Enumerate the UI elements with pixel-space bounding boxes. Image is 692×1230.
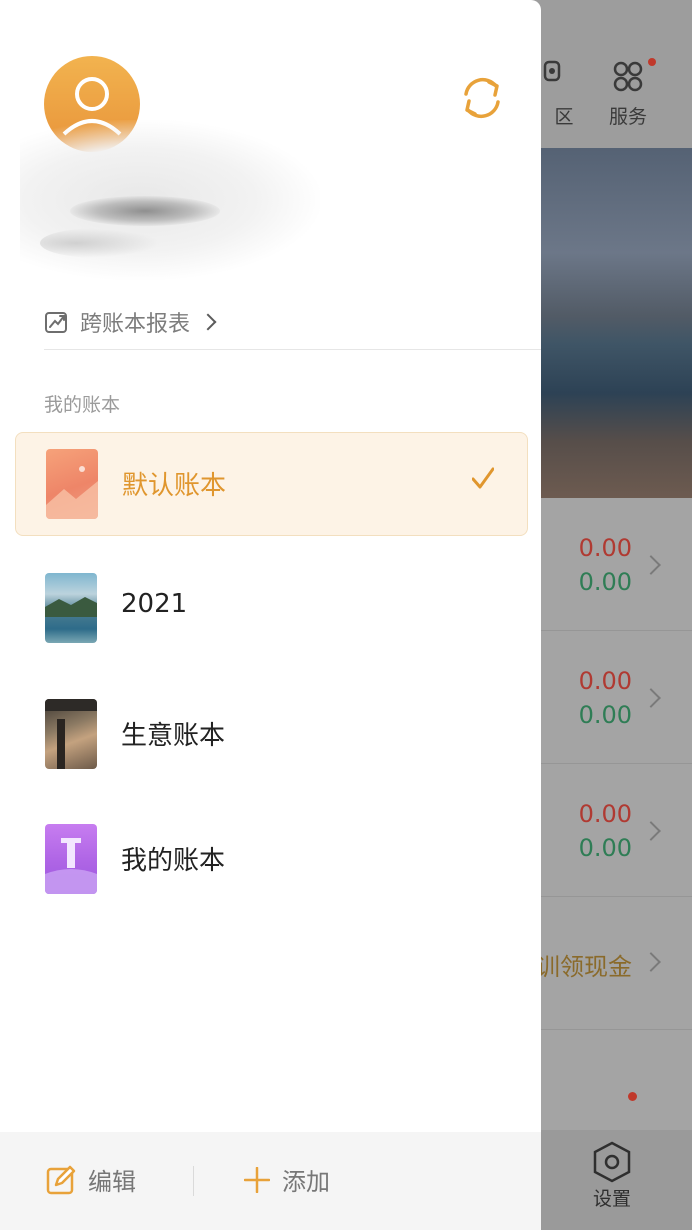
add-button[interactable]: 添加 bbox=[244, 1162, 330, 1197]
promo-text: 训领现金 bbox=[536, 953, 632, 981]
book-item-business[interactable]: 生意账本 bbox=[15, 683, 526, 785]
sync-icon[interactable] bbox=[456, 72, 508, 124]
drawer-bottom-bar: 编辑 添加 bbox=[0, 1132, 541, 1230]
chevron-right-icon bbox=[199, 313, 217, 331]
row-1-income: 0.00 bbox=[578, 568, 632, 596]
service-badge-dot bbox=[648, 58, 656, 66]
cross-book-report-label: 跨账本报表 bbox=[80, 312, 191, 337]
account-books-drawer: 跨账本报表 我的账本 默认账本 2021 生意账本 我的账本 编辑 添加 bbox=[0, 0, 541, 1230]
chevron-right-icon bbox=[641, 688, 661, 708]
section-label-my-books: 我的账本 bbox=[44, 394, 121, 416]
edit-label: 编辑 bbox=[88, 1168, 136, 1196]
check-icon bbox=[472, 467, 494, 489]
book-item-default[interactable]: 默认账本 bbox=[15, 432, 528, 536]
settings-hexagon-icon bbox=[572, 1140, 652, 1184]
row-2-income: 0.00 bbox=[578, 701, 632, 729]
settings-label: 设置 bbox=[592, 1188, 631, 1210]
book-name-default: 默认账本 bbox=[122, 471, 227, 501]
book-name-business: 生意账本 bbox=[121, 721, 226, 751]
row-1-expense: 0.00 bbox=[578, 534, 632, 562]
book-item-mine[interactable]: 我的账本 bbox=[15, 808, 526, 910]
redacted-username bbox=[70, 196, 220, 226]
book-item-2021[interactable]: 2021 bbox=[15, 557, 526, 659]
edit-button[interactable]: 编辑 bbox=[46, 1162, 136, 1197]
divider bbox=[44, 349, 541, 350]
row-3-expense: 0.00 bbox=[578, 800, 632, 828]
plus-icon bbox=[244, 1166, 270, 1193]
edit-icon bbox=[46, 1165, 76, 1194]
notification-dot bbox=[628, 1092, 637, 1101]
tab-service[interactable]: 服务 bbox=[588, 58, 668, 129]
redacted-user-id bbox=[40, 228, 160, 258]
cross-book-report-link[interactable]: 跨账本报表 bbox=[44, 306, 217, 338]
row-2-expense: 0.00 bbox=[578, 667, 632, 695]
add-label: 添加 bbox=[282, 1168, 330, 1196]
book-cover-2021 bbox=[45, 573, 97, 643]
tab-settings[interactable]: 设置 bbox=[572, 1140, 652, 1211]
report-chart-icon bbox=[45, 312, 67, 333]
service-icon bbox=[588, 58, 668, 96]
divider bbox=[193, 1166, 194, 1196]
row-3-income: 0.00 bbox=[578, 834, 632, 862]
book-cover-business bbox=[45, 699, 97, 769]
chevron-right-icon bbox=[641, 555, 661, 575]
chevron-right-icon bbox=[641, 821, 661, 841]
book-cover-default bbox=[46, 449, 98, 519]
tab-service-label: 服务 bbox=[608, 106, 647, 128]
book-name-mine: 我的账本 bbox=[121, 846, 226, 876]
book-name-2021: 2021 bbox=[121, 589, 188, 619]
chevron-right-icon bbox=[641, 952, 661, 972]
book-cover-mine bbox=[45, 824, 97, 894]
